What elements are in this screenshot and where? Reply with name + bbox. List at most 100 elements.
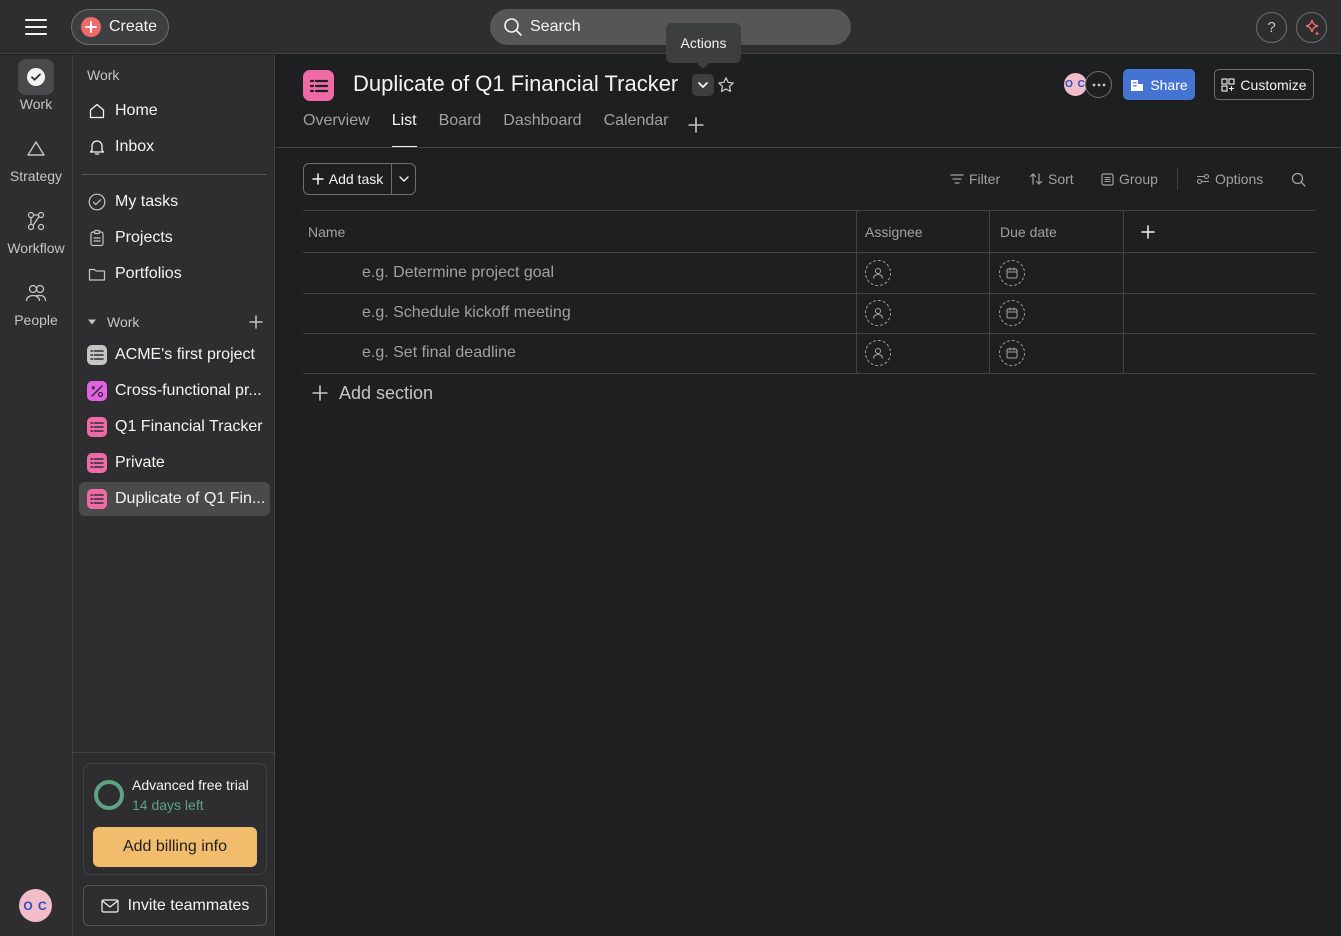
table-row[interactable]: e.g. Schedule kickoff meeting <box>303 293 1315 334</box>
sidebar-project-cross-functional[interactable]: Cross-functional pr... <box>79 374 270 408</box>
add-section-button[interactable]: Add section <box>312 381 433 405</box>
assignee-placeholder-icon[interactable] <box>865 260 891 286</box>
column-header-due-date[interactable]: Due date <box>1000 211 1057 252</box>
calendar-icon[interactable] <box>999 340 1025 366</box>
sidebar-heading: Work <box>87 67 120 83</box>
add-billing-info-button[interactable]: Add billing info <box>93 827 257 867</box>
help-button[interactable]: ? <box>1256 12 1287 43</box>
filter-button[interactable]: Filter <box>950 169 1000 189</box>
project-list-icon[interactable] <box>303 70 334 101</box>
task-name-placeholder[interactable]: e.g. Set final deadline <box>362 333 516 373</box>
sidebar-item-label: Inbox <box>115 138 155 155</box>
user-avatar[interactable]: O C <box>19 889 52 922</box>
people-icon <box>18 275 54 311</box>
sidebar-item-my-tasks[interactable]: My tasks <box>79 185 270 219</box>
chevron-down-icon <box>698 82 708 88</box>
sidebar-item-label: Home <box>115 102 158 119</box>
column-header-name[interactable]: Name <box>308 211 345 252</box>
tab-overview[interactable]: Overview <box>303 112 370 148</box>
workflow-icon <box>18 203 54 239</box>
add-task-dropdown-button[interactable] <box>392 164 415 194</box>
table-row[interactable]: e.g. Set final deadline <box>303 333 1315 374</box>
create-button[interactable]: Create <box>71 9 169 45</box>
left-rail: Work Strategy Workflow People O C <box>0 55 72 936</box>
tab-board[interactable]: Board <box>439 112 482 148</box>
trial-card: Advanced free trial 14 days left Add bil… <box>83 763 267 875</box>
search-icon <box>503 17 523 37</box>
trial-days-left: 14 days left <box>132 797 204 813</box>
task-name-placeholder[interactable]: e.g. Schedule kickoff meeting <box>362 293 571 333</box>
table-row[interactable]: e.g. Determine project goal <box>303 253 1315 294</box>
add-tab-icon[interactable] <box>686 115 706 135</box>
list-icon <box>87 345 107 365</box>
actions-dropdown-button[interactable] <box>692 74 714 96</box>
sidebar-item-inbox[interactable]: Inbox <box>79 130 270 164</box>
share-button[interactable]: Share <box>1123 69 1195 100</box>
rail-item-people[interactable]: People <box>0 275 72 328</box>
column-header-assignee[interactable]: Assignee <box>865 211 923 252</box>
bell-icon <box>87 137 107 157</box>
calendar-icon[interactable] <box>999 300 1025 326</box>
add-column-icon[interactable] <box>1141 211 1155 252</box>
rail-item-workflow[interactable]: Workflow <box>0 203 72 256</box>
options-button[interactable]: Options <box>1196 169 1263 189</box>
sidebar-item-projects[interactable]: Projects <box>79 221 270 255</box>
page-title[interactable]: Duplicate of Q1 Financial Tracker <box>353 71 678 97</box>
tab-list[interactable]: List <box>391 112 417 148</box>
grid-icon <box>1221 77 1235 92</box>
sidebar-project-q1-financial[interactable]: Q1 Financial Tracker <box>79 410 270 444</box>
building-icon <box>1130 78 1144 92</box>
assignee-placeholder-icon[interactable] <box>865 340 891 366</box>
customize-button[interactable]: Customize <box>1214 69 1314 100</box>
hamburger-menu-icon[interactable] <box>22 14 50 40</box>
share-label: Share <box>1150 76 1188 93</box>
percent-icon <box>87 381 107 401</box>
sidebar-item-home[interactable]: Home <box>79 94 270 128</box>
search-tasks-button[interactable] <box>1291 169 1306 189</box>
list-icon <box>87 453 107 473</box>
project-members[interactable]: O C <box>1062 71 1112 98</box>
sidebar-item-portfolios[interactable]: Portfolios <box>79 257 270 291</box>
sidebar-section-work[interactable]: Work <box>87 309 263 335</box>
sidebar-item-label: Portfolios <box>115 265 182 282</box>
task-name-placeholder[interactable]: e.g. Determine project goal <box>362 253 554 293</box>
plus-icon <box>312 385 328 401</box>
ai-sparkle-button[interactable] <box>1296 12 1327 43</box>
tab-dashboard[interactable]: Dashboard <box>503 112 581 148</box>
group-button[interactable]: Group <box>1101 169 1158 189</box>
add-project-icon[interactable] <box>249 315 263 329</box>
star-icon[interactable] <box>717 76 735 94</box>
search-placeholder: Search <box>530 18 581 35</box>
rail-item-work[interactable]: Work <box>0 59 72 112</box>
check-circle-icon <box>18 59 54 95</box>
sidebar-project-label: Cross-functional pr... <box>115 382 262 399</box>
sidebar: Work Home Inbox My tasks Projects Portfo… <box>72 55 275 936</box>
sort-icon <box>1029 172 1043 186</box>
trial-title: Advanced free trial <box>132 777 249 793</box>
sidebar-project-acme[interactable]: ACME's first project <box>79 338 270 372</box>
tab-calendar[interactable]: Calendar <box>604 112 669 148</box>
sidebar-project-label: ACME's first project <box>115 346 255 363</box>
home-icon <box>87 101 107 121</box>
invite-teammates-button[interactable]: Invite teammates <box>83 885 267 926</box>
create-label: Create <box>109 18 158 35</box>
sort-button[interactable]: Sort <box>1029 169 1074 189</box>
rail-item-strategy[interactable]: Strategy <box>0 131 72 184</box>
sidebar-project-duplicate[interactable]: Duplicate of Q1 Fin... <box>79 482 270 516</box>
add-section-label: Add section <box>339 382 434 403</box>
assignee-placeholder-icon[interactable] <box>865 300 891 326</box>
add-task-split-button: Add task <box>303 163 416 195</box>
tooltip-arrow <box>696 62 710 69</box>
sidebar-divider <box>82 174 267 175</box>
rail-label-people: People <box>14 312 58 328</box>
sidebar-project-private[interactable]: Private <box>79 446 270 480</box>
sidebar-footer-divider <box>73 752 274 753</box>
filter-label: Filter <box>969 171 1001 187</box>
calendar-icon[interactable] <box>999 260 1025 286</box>
add-task-button[interactable]: Add task <box>304 164 392 194</box>
rail-label-work: Work <box>19 96 53 112</box>
options-icon <box>1196 173 1210 185</box>
toolbar-divider <box>1177 168 1178 190</box>
chevron-down-icon <box>398 176 409 182</box>
sidebar-item-label: Projects <box>115 229 173 246</box>
